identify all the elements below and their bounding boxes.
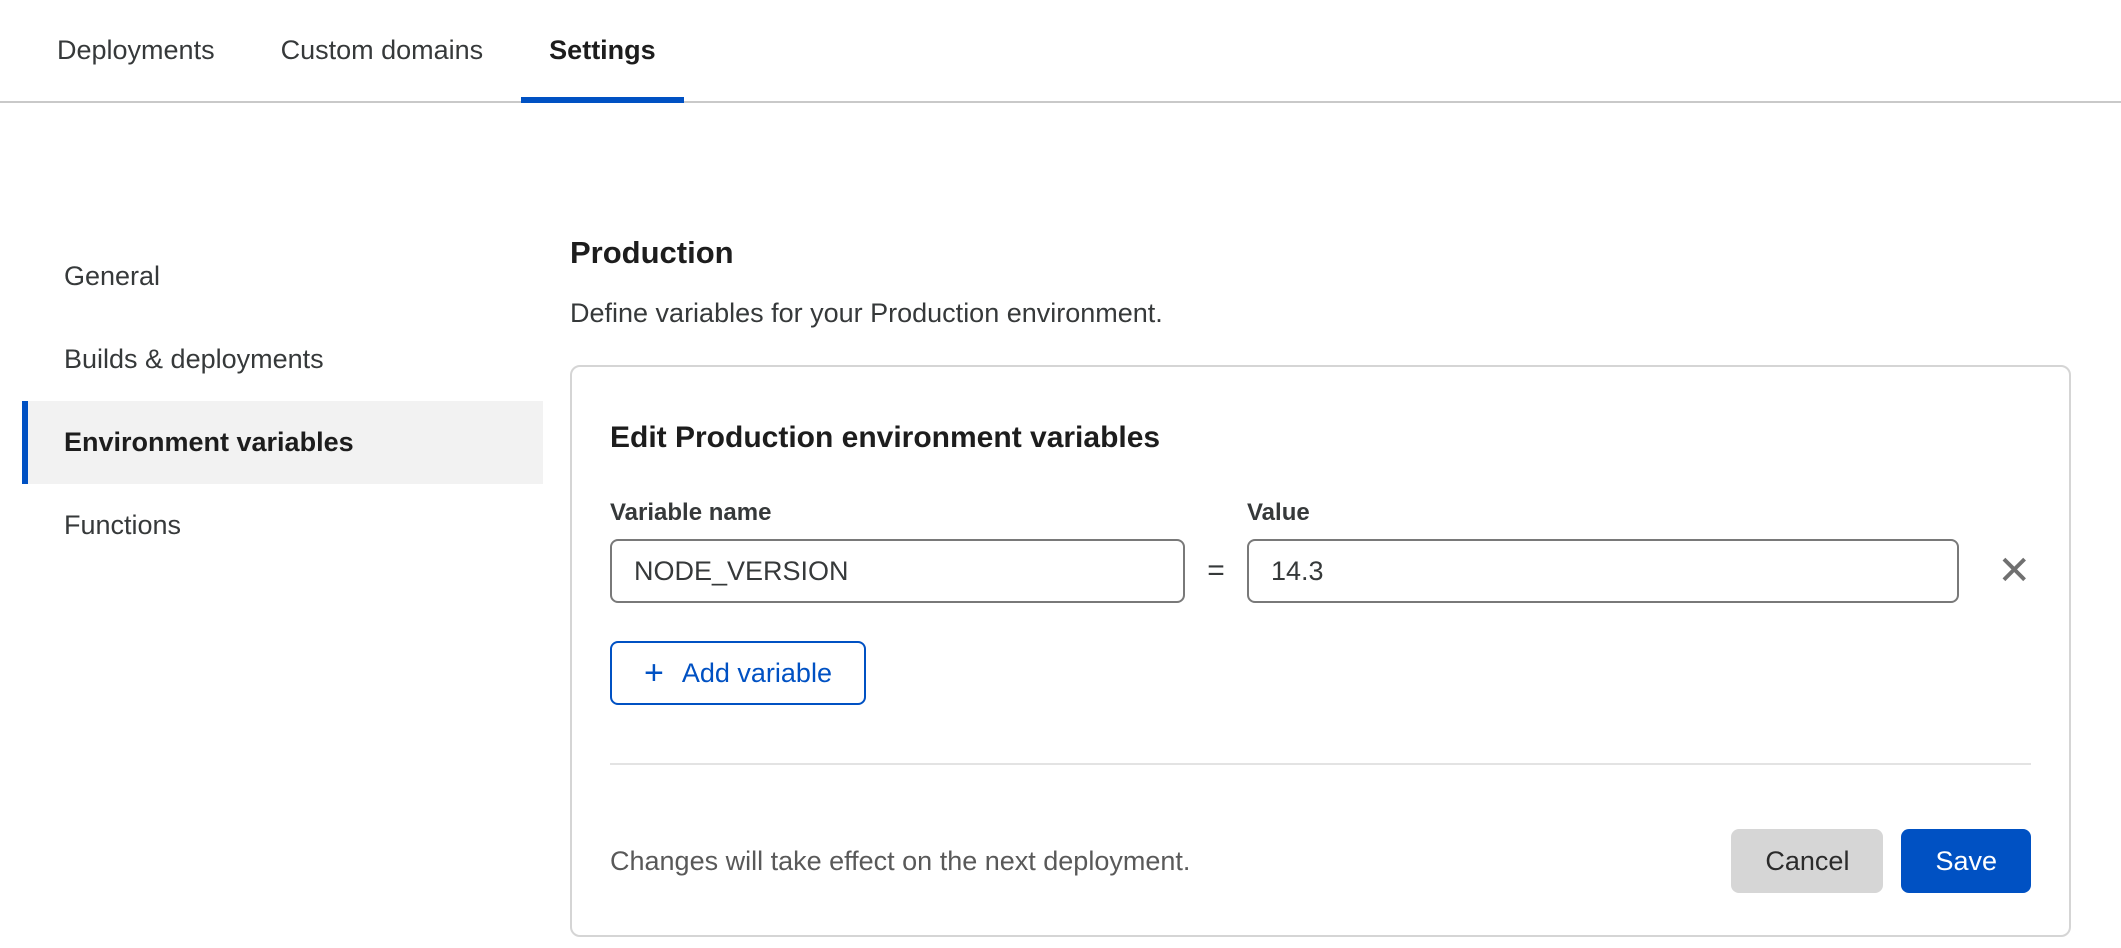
- close-icon: ✕: [1997, 551, 2031, 591]
- variable-name-input[interactable]: [610, 539, 1185, 603]
- tab-custom-domains[interactable]: Custom domains: [253, 0, 512, 101]
- sidebar-item-environment-variables[interactable]: Environment variables: [22, 401, 543, 484]
- sidebar-item-builds-deployments[interactable]: Builds & deployments: [22, 318, 543, 401]
- card-footer: Changes will take effect on the next dep…: [610, 829, 2031, 893]
- cancel-button[interactable]: Cancel: [1731, 829, 1883, 893]
- tab-deployments[interactable]: Deployments: [29, 0, 243, 101]
- main-panel: Production Define variables for your Pro…: [570, 235, 2071, 937]
- variable-name-label: Variable name: [610, 499, 1185, 527]
- tab-label: Deployments: [57, 35, 215, 66]
- plus-icon: +: [644, 656, 664, 690]
- tab-label: Settings: [549, 35, 656, 66]
- sidebar-item-functions[interactable]: Functions: [22, 484, 543, 567]
- settings-sidebar: General Builds & deployments Environment…: [22, 235, 543, 567]
- save-button[interactable]: Save: [1901, 829, 2031, 893]
- add-variable-label: Add variable: [682, 658, 832, 689]
- add-variable-button[interactable]: + Add variable: [610, 641, 866, 705]
- variable-form: Variable name Value = ✕: [610, 499, 2031, 603]
- deployment-note: Changes will take effect on the next dep…: [610, 846, 1190, 877]
- sidebar-item-general[interactable]: General: [22, 235, 543, 318]
- tab-label: Custom domains: [281, 35, 484, 66]
- page-description: Define variables for your Production env…: [570, 297, 2071, 329]
- tab-settings[interactable]: Settings: [521, 0, 684, 101]
- remove-variable-button[interactable]: ✕: [1959, 539, 2031, 603]
- settings-content: General Builds & deployments Environment…: [0, 103, 2121, 937]
- tab-bar: Deployments Custom domains Settings: [0, 0, 2121, 103]
- card-title: Edit Production environment variables: [610, 421, 2031, 455]
- value-label: Value: [1247, 499, 1959, 527]
- footer-actions: Cancel Save: [1731, 829, 2031, 893]
- equals-sign: =: [1185, 554, 1247, 588]
- card-divider: [610, 763, 2031, 765]
- page-title: Production: [570, 235, 2071, 271]
- env-vars-card: Edit Production environment variables Va…: [570, 365, 2071, 937]
- variable-value-input[interactable]: [1247, 539, 1959, 603]
